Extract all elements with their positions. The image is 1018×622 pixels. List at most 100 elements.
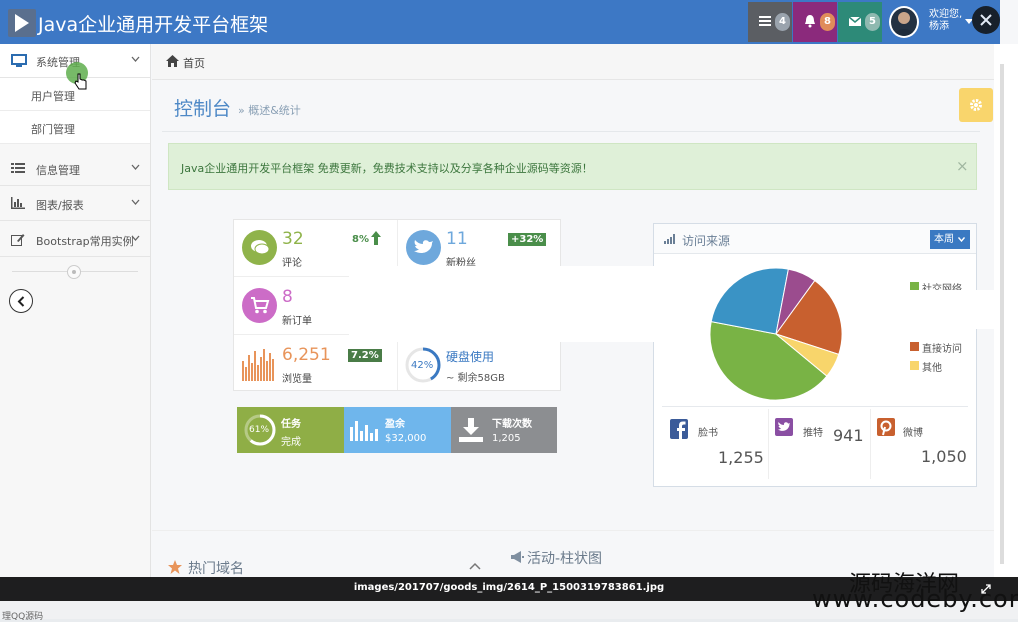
pinterest-icon <box>877 418 895 436</box>
home-icon <box>166 55 179 67</box>
legend-swatch <box>910 342 919 351</box>
bullhorn-icon <box>511 551 524 563</box>
bar-chart-icon <box>11 197 25 209</box>
legend-swatch <box>910 361 919 370</box>
page-subtitle: » 概述&统计 <box>238 104 301 117</box>
avatar <box>889 6 919 38</box>
traffic-title: 访问来源 <box>682 234 731 248</box>
views-label: 浏览量 <box>282 374 312 385</box>
tasks-title: 任务 <box>281 419 301 430</box>
comments-change: 8% <box>352 234 369 245</box>
logo-icon <box>8 9 36 37</box>
disk-percent: 42% <box>411 360 434 371</box>
facebook-value: 1,255 <box>718 448 764 467</box>
messages-button[interactable]: 5 <box>838 2 882 42</box>
chevron-left-icon <box>17 296 25 307</box>
followers-count: 11 <box>446 229 468 249</box>
breadcrumb: 首页 <box>152 44 994 80</box>
chevron-up-icon[interactable] <box>469 562 481 570</box>
blank-overlay <box>349 266 659 342</box>
traffic-divider <box>662 406 968 407</box>
facebook-icon <box>670 419 688 439</box>
stat-views: 6,251 浏览量 7.2% <box>234 336 397 393</box>
header-divider <box>162 131 980 132</box>
twitter-square-icon <box>775 418 793 436</box>
tasks-badge: 4 <box>775 13 790 31</box>
sidebar-item-info[interactable]: 信息管理 <box>0 152 150 186</box>
chevron-down-icon <box>131 199 140 205</box>
alert-close-button[interactable]: × <box>956 157 969 175</box>
sidebar-subitem-departments[interactable]: 部门管理 <box>0 111 150 144</box>
pie-slice <box>710 267 789 335</box>
qq-source-text: 理QQ源码 <box>2 612 44 622</box>
list-icon <box>11 163 25 173</box>
dots-icon <box>72 270 76 274</box>
twitter-icon <box>406 230 441 265</box>
close-icon <box>980 14 992 26</box>
social-twitter: 推特 941 <box>768 409 872 479</box>
traffic-widget: 访问来源 本周 社交网络 直接访问 其他 脸书 1,255 推特 <box>653 223 977 487</box>
sidebar-item-bootstrap[interactable]: Bootstrap常用实例 <box>0 223 150 257</box>
balance-bars-icon <box>350 421 378 441</box>
hand-cursor-icon <box>74 73 87 90</box>
cart-icon <box>242 288 277 323</box>
twitter-value: 941 <box>833 426 864 445</box>
weibo-label: 微博 <box>903 428 923 439</box>
sidebar-collapse-handle[interactable] <box>67 265 81 279</box>
welcome-text: 欢迎您, 杨添 <box>929 9 963 32</box>
breadcrumb-home[interactable]: 首页 <box>183 55 205 71</box>
sidebar-toggle-button[interactable] <box>9 289 33 313</box>
watermark-url: www.codeby.com <box>812 585 1018 613</box>
social-weibo: 微博 1,050 <box>870 409 974 479</box>
sidebar: 系统管理 用户管理 部门管理 信息管理 图表/报表 Bootstrap常用实例 <box>0 44 151 579</box>
alert-text: Java企业通用开发平台框架 免费更新，免费技术支持以及分享各种企业源码等资源！ <box>181 162 593 175</box>
app-title: Java企业通用开发平台框架 <box>38 14 269 36</box>
messages-badge: 5 <box>865 13 880 31</box>
chevron-down-icon <box>131 164 140 170</box>
info-alert: Java企业通用开发平台框架 免费更新，免费技术支持以及分享各种企业源码等资源！… <box>168 143 977 190</box>
balance-title: 盈余 <box>385 419 405 430</box>
downloads-title: 下载次数 <box>492 419 532 430</box>
facebook-label: 脸书 <box>698 428 718 439</box>
top-navbar: Java企业通用开发平台框架 4 8 5 欢迎您, 杨添 <box>0 0 1000 44</box>
weibo-value: 1,050 <box>921 447 967 466</box>
disk-label: 硬盘使用 <box>446 350 495 364</box>
download-icon <box>459 418 483 442</box>
signal-icon <box>664 234 675 244</box>
page-title: 控制台 <box>174 98 232 120</box>
views-count: 6,251 <box>282 345 331 365</box>
tile-downloads[interactable]: 下载次数 1,205 <box>451 407 557 453</box>
notifications-button[interactable]: 8 <box>793 2 837 42</box>
desktop-icon <box>11 54 27 67</box>
section-divider <box>152 530 994 531</box>
tile-tasks[interactable]: 61% 任务 完成 <box>237 407 344 453</box>
settings-button[interactable] <box>959 88 993 122</box>
gear-icon <box>970 99 982 111</box>
traffic-header: 访问来源 本周 <box>654 224 976 254</box>
stat-disk: 42% 硬盘使用 ~ 剩余58GB <box>398 336 561 393</box>
period-dropdown[interactable]: 本周 <box>930 230 970 249</box>
edit-icon <box>11 234 25 246</box>
social-facebook: 脸书 1,255 <box>664 409 768 479</box>
traffic-pie-chart <box>709 267 843 401</box>
tile-balance[interactable]: 盈余 $32,000 <box>344 407 451 453</box>
twitter-label: 推特 <box>803 428 823 439</box>
balance-value: $32,000 <box>385 433 427 444</box>
arrow-up-icon <box>371 231 381 245</box>
chevron-down-icon <box>131 56 140 62</box>
tasks-button[interactable]: 4 <box>748 2 792 42</box>
period-label: 本周 <box>934 234 954 245</box>
user-name: 杨添 <box>929 21 949 32</box>
app-window: Java企业通用开发平台框架 4 8 5 欢迎您, 杨添 系统管理 用户管理 部… <box>0 0 1018 622</box>
disk-remaining: ~ 剩余58GB <box>446 373 505 384</box>
bell-icon <box>805 15 815 28</box>
sidebar-item-charts[interactable]: 图表/报表 <box>0 187 150 221</box>
tasks-sub: 完成 <box>281 437 301 448</box>
activity-chart-title: 活动-柱状图 <box>527 551 603 567</box>
scrollbar[interactable] <box>994 44 1018 579</box>
downloads-value: 1,205 <box>492 433 521 444</box>
comments-label: 评论 <box>282 258 302 269</box>
notifications-badge: 8 <box>820 13 835 31</box>
close-button[interactable] <box>972 6 1000 34</box>
comments-icon <box>242 230 277 265</box>
